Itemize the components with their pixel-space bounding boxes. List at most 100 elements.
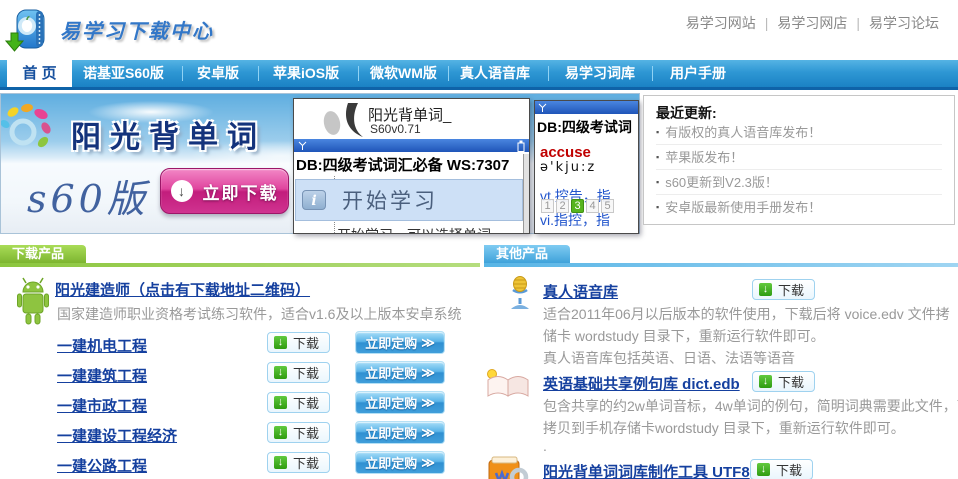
other-product-description: . — [543, 438, 547, 454]
signal-antenna-icon — [538, 103, 547, 113]
other-product-link[interactable]: 英语基础共享例句库 dict.edb — [543, 373, 740, 394]
phonetic-transcription: ə'kju:z — [540, 160, 596, 175]
other-product-link[interactable]: 阳光背单词词库制作工具 UTF8 — [543, 461, 750, 479]
link-separator: | — [765, 15, 769, 31]
phone-statusbar — [294, 139, 529, 152]
site-logo[interactable]: 易学习下载中心 — [5, 6, 214, 53]
nav-divider — [652, 66, 653, 81]
other-product-description: 拷贝到手机存储卡wordstudy 目录下，重新运行软件即可。 — [543, 418, 905, 438]
top-links: 易学习网站 | 易学习网店 | 易学习论坛 — [677, 13, 948, 33]
signal-antenna-icon — [298, 141, 307, 151]
top-link-store[interactable]: 易学习网店 — [777, 15, 847, 31]
order-now-button[interactable]: 立即定购 ≫ — [355, 331, 445, 354]
other-product-description: 真人语音库包括英语、日语、法语等语音 — [543, 348, 795, 368]
other-product-link[interactable]: 真人语音库 — [543, 281, 618, 302]
meaning-vi: vi.指控，指 — [540, 210, 610, 230]
menu-item-selected: i 开始学习 — [295, 179, 523, 221]
download-arrow-icon: ↓ — [274, 426, 287, 439]
sun-flower-logo-icon — [1, 102, 55, 156]
double-arrow-icon: ≫ — [421, 335, 435, 351]
double-arrow-icon: ≫ — [421, 365, 435, 381]
nav-divider — [358, 66, 359, 81]
download-arrow-icon: ↓ — [757, 463, 770, 476]
tab-nokia-s60[interactable]: 诺基亚S60版 — [83, 60, 164, 87]
download-arrow-icon: ↓ — [274, 396, 287, 409]
download-button[interactable]: ↓ 下载 — [750, 459, 813, 479]
section-underline-blue — [484, 263, 958, 267]
tab-word-library[interactable]: 易学习词库 — [565, 60, 635, 87]
product-link[interactable]: 一建机电工程 — [57, 335, 147, 356]
tab-voice-library[interactable]: 真人语音库 — [460, 60, 530, 87]
download-arrow-icon: ↓ — [759, 375, 772, 388]
product-link[interactable]: 一建公路工程 — [57, 455, 147, 476]
banner-title: 阳光背单词 — [71, 112, 266, 156]
other-product-description: 包含共享的约2w单词音标，4w单词的例句，简明词典需要此文件，下 — [543, 396, 958, 416]
book-wrench-tool-icon — [486, 455, 530, 479]
page-number: 5 — [601, 199, 614, 213]
banner-edition: s60版 — [27, 168, 149, 223]
order-now-button[interactable]: 立即定购 ≫ — [355, 361, 445, 384]
update-item: ▪苹果版发布！ — [656, 145, 942, 170]
bullet-icon: ▪ — [656, 127, 659, 137]
section-underline-green — [0, 263, 480, 267]
bullet-icon: ▪ — [656, 152, 659, 162]
menu-item-hint: 开始学习，可以选择单词 — [337, 225, 491, 234]
download-button[interactable]: ↓ 下载 — [267, 392, 330, 413]
tab-apple-ios[interactable]: 苹果iOS版 — [273, 60, 339, 87]
bullet-icon: ▪ — [656, 202, 659, 212]
other-product-description: 储卡 wordstudy 目录下，重新运行软件即可。 — [543, 326, 825, 346]
battery-icon — [517, 140, 525, 152]
download-arrow-icon: ↓ — [274, 366, 287, 379]
download-arrow-icon: ↓ — [171, 180, 193, 202]
download-arrow-icon: ↓ — [274, 456, 287, 469]
microphone-icon — [506, 276, 534, 312]
nav-divider — [258, 66, 259, 81]
double-arrow-icon: ≫ — [421, 395, 435, 411]
section-tab-others: 其他产品 — [484, 245, 570, 263]
phone-screenshot-word: DB:四级考试词 accuse ə'kju:z vt.控告，指 vi.指控，指 … — [534, 100, 639, 234]
tab-windows-mobile[interactable]: 微软WM版 — [370, 60, 437, 87]
download-button[interactable]: ↓ 下载 — [752, 279, 815, 300]
site-title: 易学习下载中心 — [60, 15, 214, 44]
section-tab-downloads: 下载产品 — [0, 245, 86, 263]
android-robot-icon — [16, 276, 50, 328]
bullet-icon: ▪ — [656, 177, 659, 187]
download-button[interactable]: ↓ 下载 — [267, 332, 330, 353]
order-now-button[interactable]: 立即定购 ≫ — [355, 391, 445, 414]
app-logo-icon — [320, 101, 366, 139]
tab-home[interactable]: 首 页 — [7, 60, 72, 87]
main-nav: 首 页 诺基亚S60版 安卓版 苹果iOS版 微软WM版 真人语音库 易学习词库… — [0, 60, 958, 90]
banner-download-button[interactable]: ↓ 立即下载 — [160, 168, 289, 214]
download-button[interactable]: ↓ 下载 — [267, 422, 330, 443]
order-now-button[interactable]: 立即定购 ≫ — [355, 451, 445, 474]
download-button[interactable]: ↓ 下载 — [752, 371, 815, 392]
feature-product-link[interactable]: 阳光建造师（点击有下载地址二维码） — [55, 279, 310, 300]
dictionary-status-line: DB:四级考试词汇必备 WS:7307 — [296, 154, 509, 175]
phone-screenshot-main: 阳光背单词_ S60v0.71 DB:四级考试词汇必备 WS:7307 i 开始… — [293, 98, 530, 234]
double-arrow-icon: ≫ — [421, 455, 435, 471]
update-item: ▪安卓版最新使用手册发布！ — [656, 195, 942, 220]
page-number-active: 3 — [571, 199, 584, 213]
link-separator: | — [856, 15, 860, 31]
top-link-forum[interactable]: 易学习论坛 — [869, 15, 939, 31]
top-link-website[interactable]: 易学习网站 — [686, 15, 756, 31]
header: 易学习下载中心 易学习网站 | 易学习网店 | 易学习论坛 — [0, 0, 958, 57]
download-arrow-icon: ↓ — [274, 336, 287, 349]
product-link[interactable]: 一建建设工程经济 — [57, 425, 177, 446]
dictionary-status-line: DB:四级考试词 — [537, 117, 632, 137]
download-button[interactable]: ↓ 下载 — [267, 362, 330, 383]
page-number: 1 — [541, 199, 554, 213]
phone-statusbar — [535, 101, 638, 114]
order-now-button[interactable]: 立即定购 ≫ — [355, 421, 445, 444]
product-link[interactable]: 一建建筑工程 — [57, 365, 147, 386]
download-arrow-icon: ↓ — [759, 283, 772, 296]
tab-user-manual[interactable]: 用户手册 — [670, 60, 726, 87]
phone-scrollbar — [523, 154, 529, 234]
product-link[interactable]: 一建市政工程 — [57, 395, 147, 416]
vocabulary-word: accuse — [540, 144, 591, 161]
nav-divider — [448, 66, 449, 81]
page-number: 2 — [556, 199, 569, 213]
double-arrow-icon: ≫ — [421, 425, 435, 441]
download-button[interactable]: ↓ 下载 — [267, 452, 330, 473]
tab-android[interactable]: 安卓版 — [197, 60, 239, 87]
